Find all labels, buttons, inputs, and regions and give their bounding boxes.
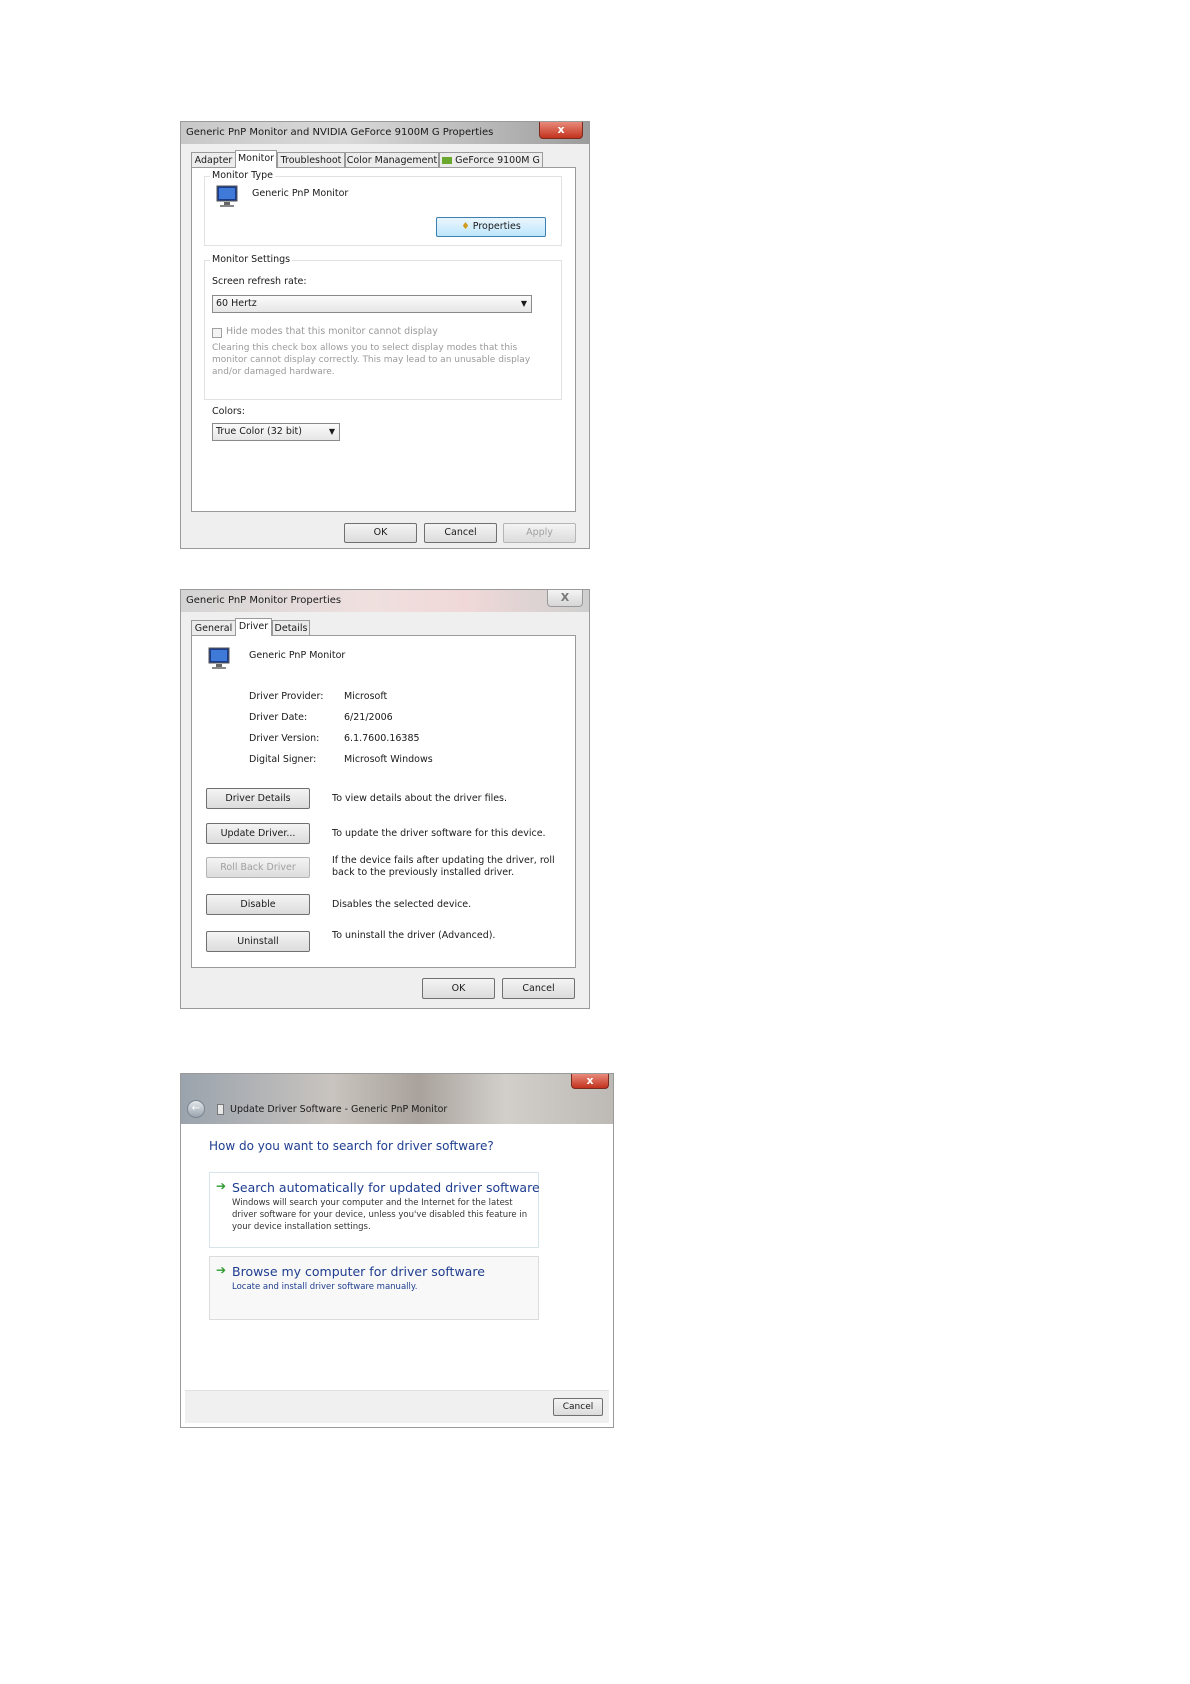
close-button[interactable]: X [547, 590, 583, 607]
properties-button-label: Properties [472, 221, 521, 232]
title-bar[interactable]: x ← Update Driver Software - Generic PnP… [181, 1074, 613, 1124]
search-automatically-option[interactable]: ➔ Search automatically for updated drive… [209, 1172, 540, 1248]
disable-button[interactable]: Disable [206, 894, 310, 915]
tab-general[interactable]: General [191, 620, 236, 635]
hide-modes-label: Hide modes that this monitor cannot disp… [226, 326, 438, 337]
digital-signer-label: Digital Signer: [249, 754, 317, 765]
chevron-down-icon: ▼ [328, 427, 335, 436]
browse-computer-title: Browse my computer for driver software [232, 1264, 485, 1279]
driver-provider-label: Driver Provider: [249, 691, 324, 702]
hide-modes-description: Clearing this check box allows you to se… [212, 343, 531, 377]
disable-description: Disables the selected device. [332, 899, 472, 910]
update-driver-description: To update the driver software for this d… [332, 828, 546, 839]
nvidia-icon [442, 157, 453, 164]
refresh-rate-select[interactable]: 60 Hertz ▼ [212, 295, 532, 313]
tab-color-management[interactable]: Color Management [345, 152, 439, 167]
tab-troubleshoot[interactable]: Troubleshoot [277, 152, 345, 167]
back-arrow-icon: ← [191, 1103, 201, 1114]
driver-details-button[interactable]: Driver Details [206, 788, 310, 809]
driver-properties-dialog: Generic PnP Monitor Properties X General… [180, 589, 590, 1009]
ok-button[interactable]: OK [344, 523, 417, 543]
green-arrow-icon: ➔ [216, 1179, 227, 1193]
window-title: Generic PnP Monitor and NVIDIA GeForce 9… [186, 127, 494, 138]
monitor-icon [208, 647, 230, 669]
colors-select[interactable]: True Color (32 bit) ▼ [212, 423, 340, 441]
colors-value: True Color (32 bit) [216, 426, 302, 437]
tab-monitor[interactable]: Monitor [235, 150, 277, 168]
colors-label: Colors: [212, 406, 245, 417]
monitor-icon [216, 185, 238, 207]
shield-icon: ♦ [461, 221, 470, 232]
cancel-button[interactable]: Cancel [424, 523, 497, 543]
driver-provider-value: Microsoft [344, 691, 388, 702]
search-automatically-description: Windows will search your computer and th… [232, 1198, 528, 1232]
title-bar[interactable]: Generic PnP Monitor and NVIDIA GeForce 9… [181, 122, 589, 144]
monitor-settings-label: Monitor Settings [210, 254, 293, 265]
driver-details-description: To view details about the driver files. [332, 793, 508, 804]
uninstall-button[interactable]: Uninstall [206, 931, 310, 952]
wizard-question: How do you want to search for driver sof… [209, 1139, 494, 1153]
green-arrow-icon: ➔ [216, 1263, 227, 1277]
cancel-button[interactable]: Cancel [502, 978, 575, 999]
roll-back-driver-button[interactable]: Roll Back Driver [206, 857, 310, 878]
tab-driver[interactable]: Driver [235, 618, 272, 636]
device-icon [217, 1104, 224, 1115]
refresh-rate-value: 60 Hertz [216, 298, 257, 309]
hide-modes-checkbox[interactable] [212, 328, 222, 338]
update-driver-button[interactable]: Update Driver... [206, 823, 310, 844]
tab-geforce-label: GeForce 9100M G [455, 155, 540, 166]
ok-button[interactable]: OK [422, 978, 495, 999]
close-button[interactable]: x [539, 122, 583, 139]
monitor-type-label: Monitor Type [210, 170, 275, 181]
apply-button[interactable]: Apply [503, 523, 576, 543]
title-bar[interactable]: Generic PnP Monitor Properties X [181, 590, 589, 612]
tab-adapter[interactable]: Adapter [191, 152, 236, 167]
tab-details[interactable]: Details [272, 620, 310, 635]
monitor-properties-dialog: Generic PnP Monitor and NVIDIA GeForce 9… [180, 121, 590, 549]
device-name: Generic PnP Monitor [249, 650, 346, 661]
window-title: Generic PnP Monitor Properties [186, 595, 342, 606]
properties-button[interactable]: ♦ Properties [436, 217, 546, 237]
uninstall-description: To uninstall the driver (Advanced). [332, 930, 496, 941]
refresh-rate-label: Screen refresh rate: [212, 276, 307, 287]
driver-version-value: 6.1.7600.16385 [344, 733, 420, 744]
tab-panel: Generic PnP Monitor Driver Provider: Mic… [191, 635, 576, 968]
driver-date-label: Driver Date: [249, 712, 308, 723]
wizard-title: Update Driver Software - Generic PnP Mon… [230, 1104, 448, 1115]
back-button[interactable]: ← [187, 1100, 205, 1118]
browse-computer-description: Locate and install driver software manua… [232, 1282, 418, 1292]
search-automatically-title: Search automatically for updated driver … [232, 1180, 540, 1195]
digital-signer-value: Microsoft Windows [344, 754, 433, 765]
tab-panel: Monitor Type Generic PnP Monitor ♦ Prope… [191, 167, 576, 512]
roll-back-driver-description: If the device fails after updating the d… [332, 855, 555, 878]
cancel-button[interactable]: Cancel [553, 1398, 603, 1416]
driver-date-value: 6/21/2006 [344, 712, 393, 723]
update-driver-wizard: x ← Update Driver Software - Generic PnP… [180, 1073, 614, 1428]
wizard-body: How do you want to search for driver sof… [185, 1124, 609, 1423]
driver-version-label: Driver Version: [249, 733, 320, 744]
browse-computer-option[interactable]: ➔ Browse my computer for driver software… [209, 1256, 539, 1320]
chevron-down-icon: ▼ [520, 299, 527, 308]
monitor-name: Generic PnP Monitor [252, 188, 349, 199]
wizard-footer: Cancel [185, 1390, 609, 1423]
tab-geforce[interactable]: GeForce 9100M G [439, 152, 543, 167]
close-button[interactable]: x [571, 1074, 609, 1089]
